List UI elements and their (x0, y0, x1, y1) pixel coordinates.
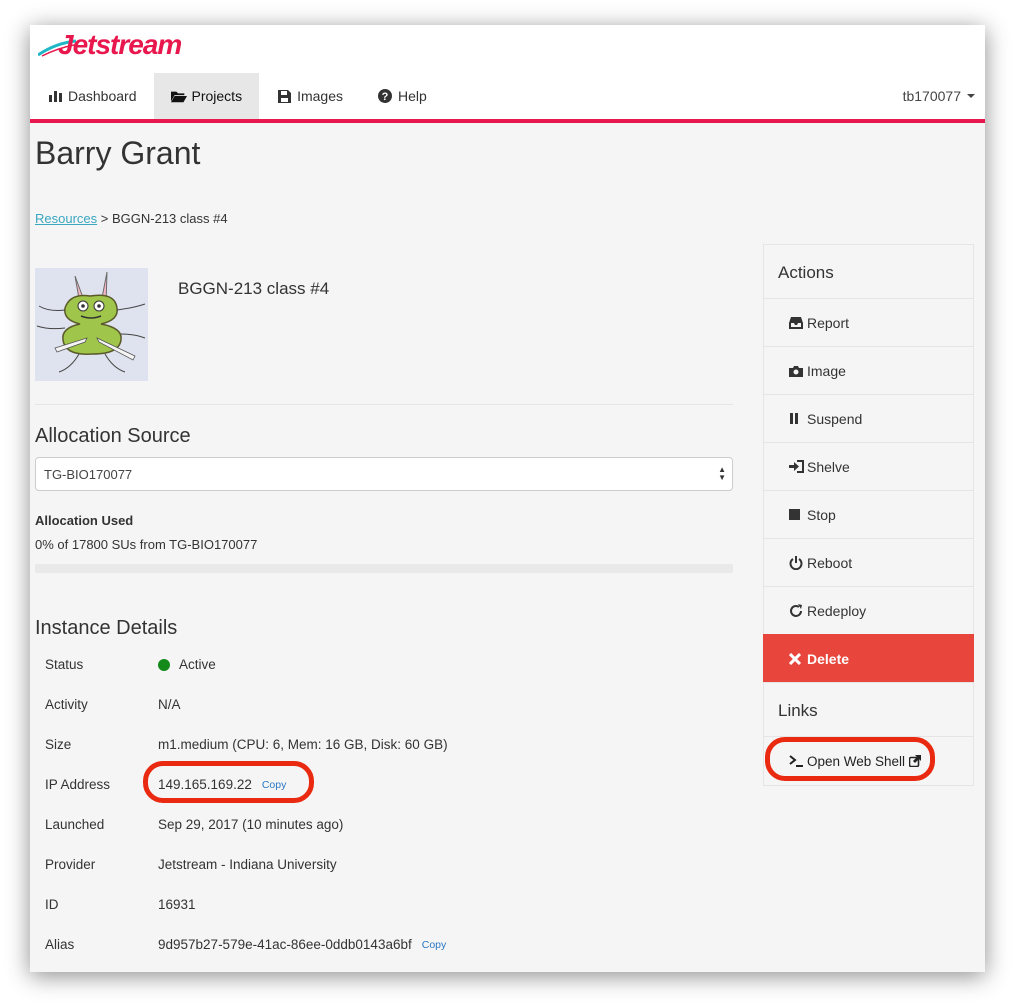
allocation-source-select[interactable]: TG-BIO170077 ▲ ▼ (35, 457, 733, 491)
detail-label: Activity (45, 697, 88, 712)
detail-row-id: ID 16931 (45, 887, 735, 927)
detail-label: IP Address (45, 777, 111, 792)
ip-highlight-annotation (143, 761, 314, 803)
reboot-button[interactable]: Reboot (763, 538, 974, 586)
bar-chart-icon (47, 89, 63, 103)
stop-button[interactable]: Stop (763, 490, 974, 538)
detail-label: Launched (45, 817, 105, 832)
stop-icon (789, 509, 805, 520)
svg-text:?: ? (382, 91, 389, 103)
detail-value: 16931 (158, 897, 196, 912)
suspend-button[interactable]: Suspend (763, 394, 974, 442)
sign-in-icon (789, 460, 805, 473)
detail-label: Status (45, 657, 84, 672)
allocation-source-title: Allocation Source (35, 425, 191, 447)
nav-item-dashboard[interactable]: Dashboard (30, 73, 154, 119)
project-avatar (35, 268, 148, 381)
main-nav: Dashboard Projects Images ? Help (30, 73, 444, 119)
detail-row-alias: Alias 9d957b27-579e-41ac-86ee-0ddb0143a6… (45, 927, 735, 967)
breadcrumb-resources-link[interactable]: Resources (35, 211, 97, 226)
app-window: Jetstream Dashboard Projects Images ? He… (30, 25, 985, 972)
nav-label-projects: Projects (191, 88, 243, 104)
redeploy-label: Redeploy (807, 602, 867, 619)
user-menu[interactable]: tb170077 (903, 73, 975, 119)
breadcrumb-separator: > (100, 211, 109, 226)
nav-label-images: Images (297, 88, 343, 104)
nav-item-projects[interactable]: Projects (153, 73, 260, 119)
instance-details-list: Status Active Activity N/A Size m1.mediu… (45, 647, 735, 967)
logo-text: Jetstream (58, 29, 182, 60)
question-circle-icon: ? (377, 89, 393, 103)
report-button[interactable]: Report (763, 298, 974, 346)
detail-value: Jetstream - Indiana University (158, 857, 337, 872)
power-icon (789, 555, 805, 570)
detail-row-status: Status Active (45, 647, 735, 687)
delete-button[interactable]: Delete (763, 634, 974, 682)
pause-icon (789, 413, 805, 424)
nav-item-help[interactable]: ? Help (360, 73, 444, 119)
actions-sidebar: Actions Report Image Suspend Shelve Stop… (763, 244, 974, 786)
detail-row-provider: Provider Jetstream - Indiana University (45, 847, 735, 887)
detail-row-activity: Activity N/A (45, 687, 735, 727)
select-arrows-icon: ▲ ▼ (718, 465, 726, 482)
image-label: Image (807, 362, 846, 379)
detail-label: ID (45, 897, 59, 912)
floppy-disk-icon (276, 89, 292, 103)
top-navbar: Jetstream Dashboard Projects Images ? He… (30, 25, 985, 123)
detail-row-launched: Launched Sep 29, 2017 (10 minutes ago) (45, 807, 735, 847)
divider (35, 404, 733, 405)
status-active-icon (158, 658, 170, 671)
folder-open-icon (170, 89, 187, 103)
breadcrumb: Resources > BGGN-213 class #4 (35, 211, 228, 226)
detail-value: Sep 29, 2017 (10 minutes ago) (158, 817, 344, 832)
refresh-icon (789, 603, 805, 618)
allocation-source-value: TG-BIO170077 (44, 467, 133, 482)
reboot-label: Reboot (807, 554, 853, 571)
nav-label-help: Help (398, 88, 427, 104)
breadcrumb-current: BGGN-213 class #4 (111, 211, 228, 226)
detail-row-size: Size m1.medium (CPU: 6, Mem: 16 GB, Disk… (45, 727, 735, 767)
web-shell-highlight-annotation (765, 737, 935, 781)
report-label: Report (807, 314, 850, 331)
delete-label: Delete (807, 650, 850, 667)
camera-icon (789, 365, 805, 377)
detail-label: Size (45, 737, 72, 752)
copy-alias-button[interactable]: Copy (422, 939, 447, 951)
nav-item-images[interactable]: Images (259, 73, 360, 119)
detail-value: N/A (158, 697, 181, 712)
jetstream-logo[interactable]: Jetstream (38, 29, 182, 73)
actions-title: Actions (763, 244, 974, 298)
redeploy-button[interactable]: Redeploy (763, 586, 974, 634)
allocation-used-label: Allocation Used (35, 513, 134, 528)
instance-details-title: Instance Details (35, 617, 178, 639)
alias-value: 9d957b27-579e-41ac-86ee-0ddb0143a6bf (158, 937, 412, 952)
page-title: Barry Grant (35, 135, 201, 171)
nav-label-dashboard: Dashboard (68, 88, 137, 104)
username: tb170077 (902, 88, 961, 104)
detail-value: m1.medium (CPU: 6, Mem: 16 GB, Disk: 60 … (158, 737, 448, 752)
image-button[interactable]: Image (763, 346, 974, 394)
detail-value: Active (179, 657, 216, 672)
stop-label: Stop (807, 506, 836, 523)
inbox-icon (789, 316, 805, 329)
times-icon (789, 652, 805, 665)
links-title: Links (763, 682, 974, 736)
suspend-label: Suspend (807, 410, 863, 427)
allocation-used-text: 0% of 17800 SUs from TG-BIO170077 (35, 537, 258, 552)
detail-label: Alias (45, 937, 75, 952)
shelve-label: Shelve (807, 458, 850, 475)
monster-avatar-icon (36, 271, 146, 373)
detail-label: Provider (45, 857, 96, 872)
allocation-progress-bar (35, 564, 733, 573)
project-name: BGGN-213 class #4 (178, 279, 330, 298)
shelve-button[interactable]: Shelve (763, 442, 974, 490)
chevron-down-icon (967, 94, 975, 98)
